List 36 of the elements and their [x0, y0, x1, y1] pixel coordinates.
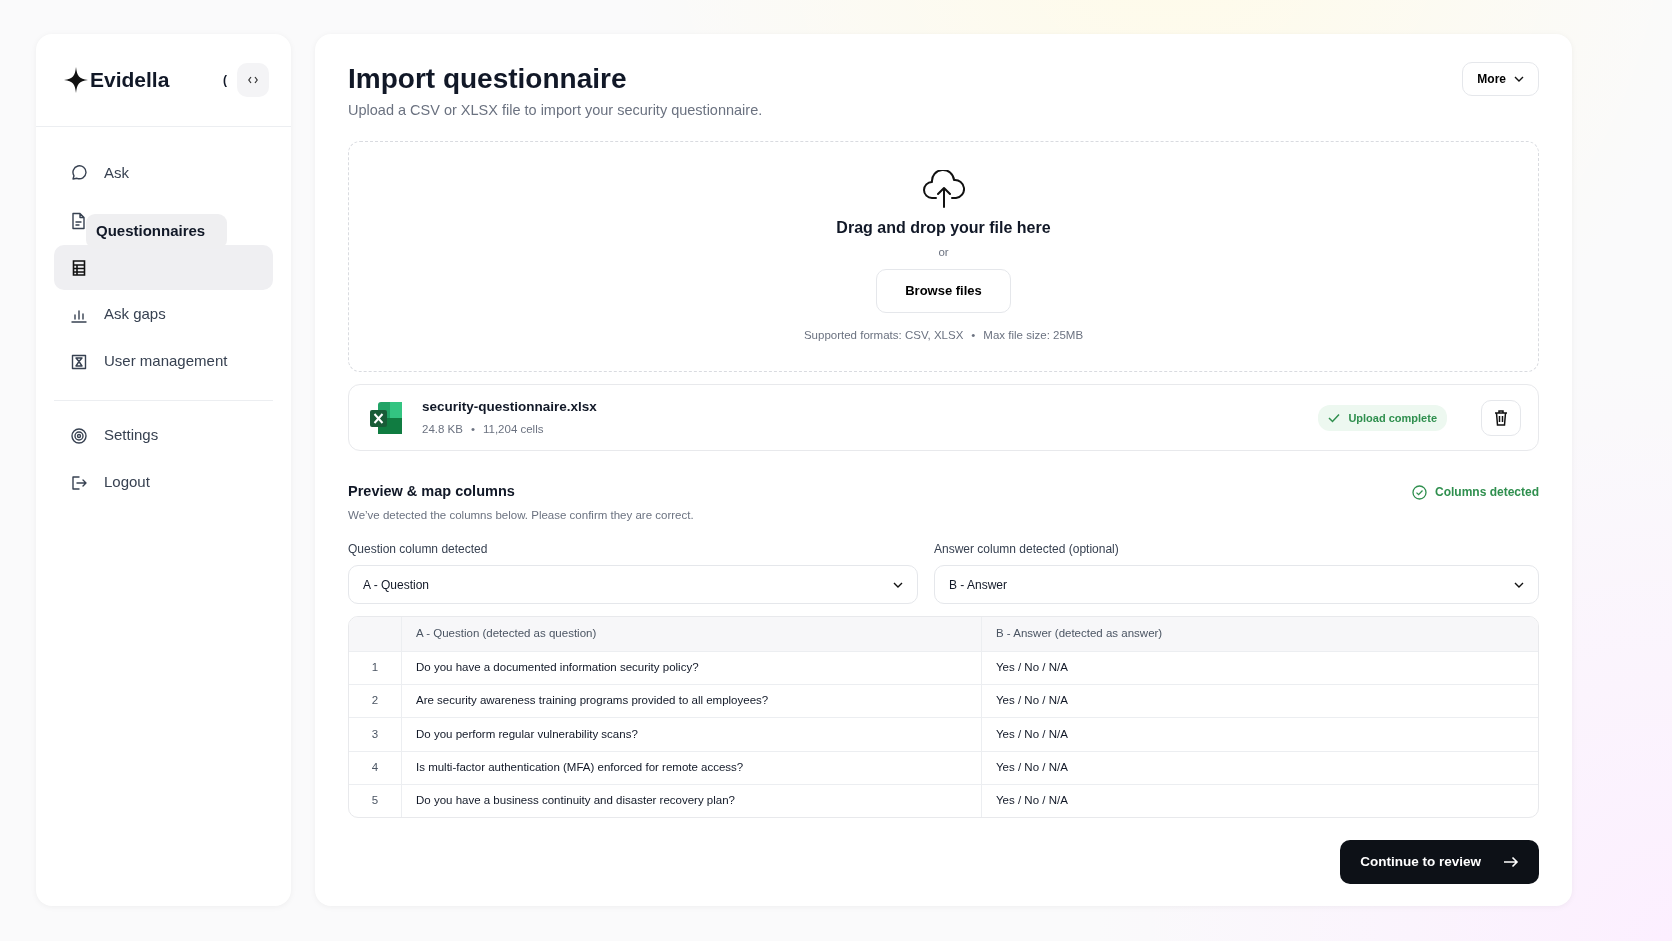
table-cell: Yes / No / N/A: [981, 651, 1538, 684]
status-text: Upload complete: [1348, 410, 1437, 426]
separator-dot: •: [470, 422, 475, 438]
row-number: 4: [370, 760, 380, 776]
column-header: B - Answer (detected as answer): [981, 617, 1538, 651]
row-number: 3: [370, 726, 380, 742]
table-cell: Do you have a documented information security policy?: [401, 651, 981, 684]
page-subtitle: Upload a CSV or XLSX file to import your security questionnaire.: [348, 100, 763, 120]
table-cell: Yes / No / N/A: [981, 684, 1538, 718]
section-subtitle: We’ve detected the columns below. Please confirm they are correct.: [348, 508, 695, 524]
table-cell: Do you perform regular vulnerability scans?: [401, 718, 981, 751]
column-header: A - Question (detected as question): [401, 617, 981, 651]
page-title: Import questionnaire: [348, 62, 628, 96]
separator-dot: •: [971, 327, 976, 343]
field-label: Answer column detected (optional): [934, 541, 1120, 559]
cell-count: 11,204 cells: [482, 422, 544, 438]
table-cell: Yes / No / N/A: [981, 718, 1538, 751]
field-label: Question column detected: [348, 541, 489, 559]
section-title: Preview & map columns: [348, 482, 515, 502]
brand-name: Evidella: [90, 67, 170, 94]
file-name: security-questionnaire.xlsx: [422, 398, 597, 417]
row-number: 5: [370, 793, 380, 809]
formats-note: Supported formats: CSV, XLSX: [803, 327, 964, 343]
row-number: 2: [370, 693, 380, 709]
table-cell: Do you have a business continuity and disaster recovery plan?: [401, 784, 981, 818]
file-size: 24.8 KB: [422, 422, 463, 438]
drop-heading: Drag and drop your file here: [836, 217, 1051, 238]
table-cell: Yes / No / N/A: [981, 751, 1538, 784]
detection-status: Columns detected: [1435, 484, 1539, 502]
table-cell: Yes / No / N/A: [981, 784, 1538, 818]
size-note: Max file size: 25MB: [983, 327, 1084, 343]
or-label: or: [938, 244, 949, 260]
table-cell: Is multi-factor authentication (MFA) enforced for remote access?: [401, 751, 981, 784]
collapse-glyph: (: [223, 72, 227, 89]
row-number: 1: [370, 660, 380, 676]
table-cell: Are security awareness training programs provided to all employees?: [401, 684, 981, 718]
